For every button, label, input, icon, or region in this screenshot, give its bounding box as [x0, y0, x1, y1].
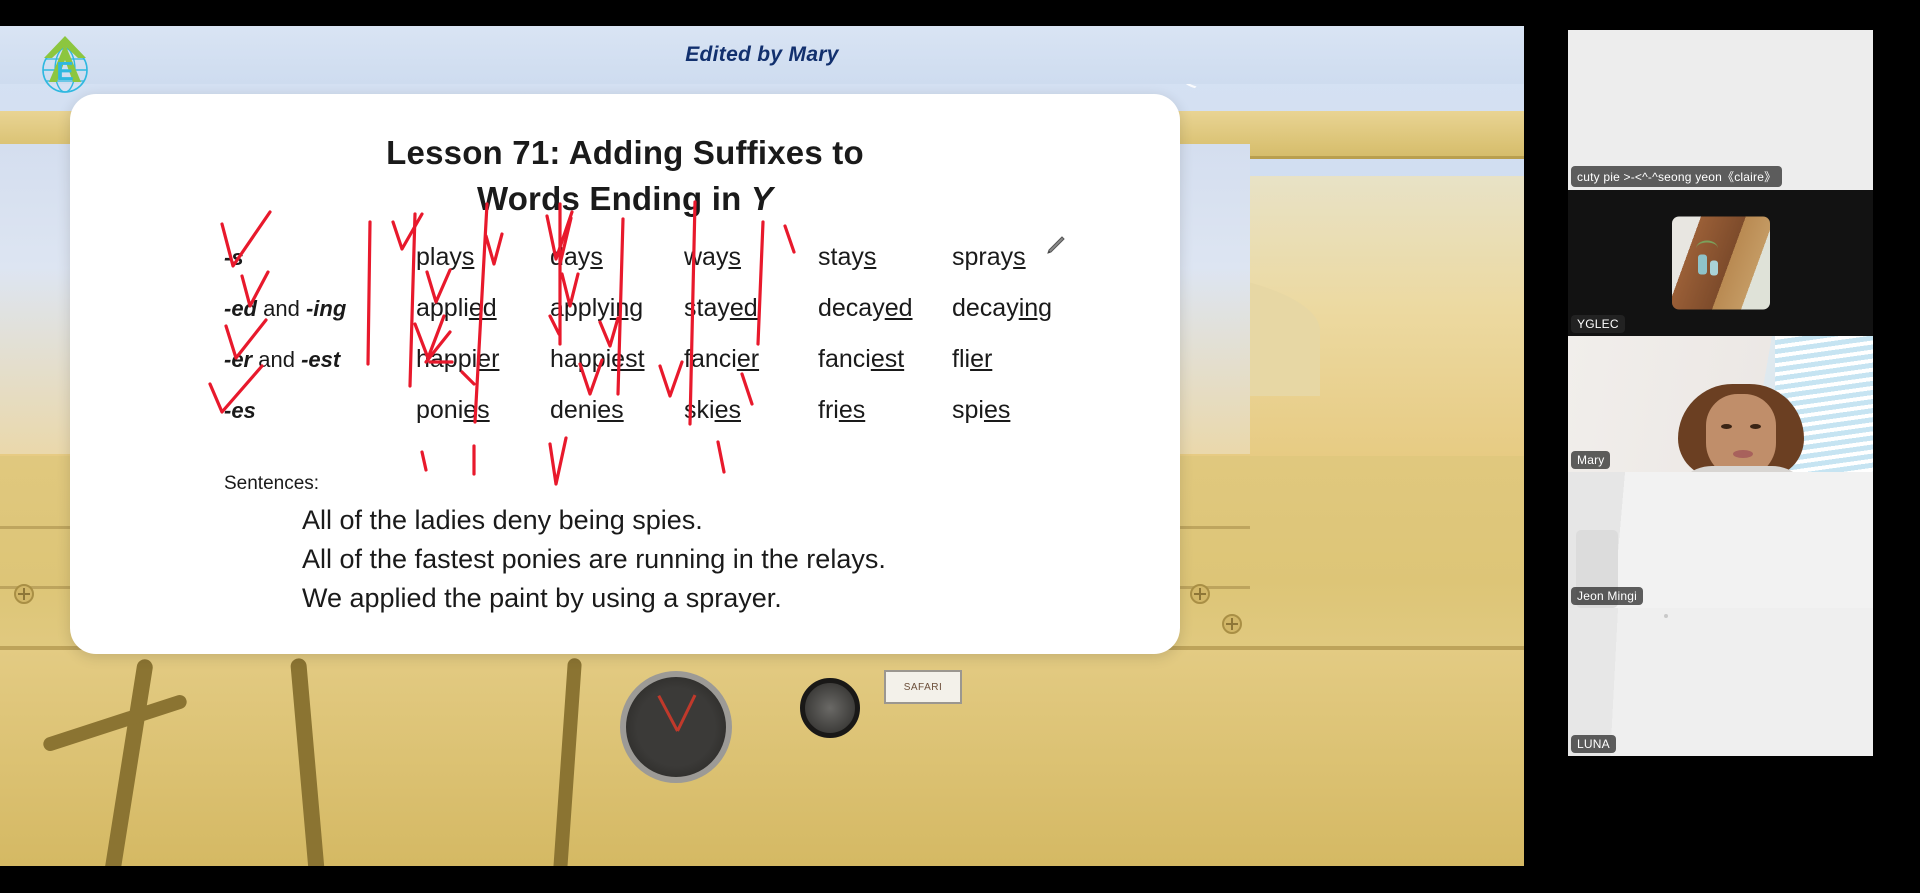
suffix-word: flier [952, 345, 993, 374]
suffix-row: -es ponies denies skies fries spies [224, 396, 1180, 447]
participant-tile-0[interactable]: cuty pie >-<^-^seong yeon《claire》 [1568, 30, 1873, 190]
participant-name-2: Mary [1571, 451, 1611, 469]
header-title: Edited by Mary [685, 43, 839, 66]
suffix-word: decayed [818, 294, 913, 323]
suffix-word: fanciest [818, 345, 905, 374]
sentences-label: Sentences: [224, 473, 320, 495]
suffix-word: applied [416, 294, 497, 323]
lesson-slide-card: Lesson 71: Adding Suffixes to Words Endi… [70, 94, 1180, 654]
shared-screen-content: SAFARI Edited by Mary E Lesson 71: Addin… [0, 26, 1524, 866]
word-list: happier happiest fancier fanciest flier [416, 345, 992, 374]
jeep-screw-right [1190, 584, 1210, 604]
suffix-word: days [550, 243, 603, 272]
participant-tile-3[interactable]: Jeon Mingi [1568, 472, 1873, 608]
participant-thumbnail-1 [1671, 216, 1770, 310]
slide-title: Lesson 71: Adding Suffixes to Words Endi… [70, 130, 1180, 221]
participant-name-4: LUNA [1571, 735, 1616, 753]
dashboard-knob [800, 678, 860, 738]
speedometer-gauge [620, 671, 732, 783]
jeep-screw-bottom [1222, 614, 1242, 634]
suffix-label: -s [224, 245, 244, 271]
pencil-cursor-icon [1045, 234, 1067, 261]
participant-video-2 [1568, 336, 1873, 472]
suffix-word: stayed [684, 294, 758, 323]
slide-title-line1: Lesson 71: Adding Suffixes to [386, 134, 864, 171]
suffix-word: fancier [684, 345, 760, 374]
suffix-row: -ed and -ing applied applying stayed decayed… [224, 294, 1180, 345]
word-list: applied applying stayed decayed decaying [416, 294, 1052, 323]
sentence-line: All of the ladies deny being spies. [302, 505, 703, 536]
suffix-word: fries [818, 396, 866, 425]
participant-sidebar[interactable]: cuty pie >-<^-^seong yeon《claire》 YGLEC [1568, 30, 1873, 866]
suffix-label: -es [224, 398, 256, 424]
word-list: ponies denies skies fries spies [416, 396, 1010, 425]
slide-header-bar: Edited by Mary [0, 26, 1524, 84]
suffix-label: -er and -est [224, 347, 341, 373]
suffix-word: decaying [952, 294, 1053, 323]
suffix-label: -ed and -ing [224, 296, 347, 322]
suffix-word: plays [416, 243, 475, 272]
meeting-screen: SAFARI Edited by Mary E Lesson 71: Addin… [0, 0, 1920, 893]
suffix-rows: -s plays days ways stays sprays -ed and -ing ap… [70, 243, 1180, 447]
participant-video-4 [1568, 608, 1873, 756]
jeep-dashboard [0, 646, 1524, 866]
suffix-word: ways [684, 243, 741, 272]
participant-tile-4[interactable]: LUNA [1568, 608, 1873, 756]
svg-text:E: E [56, 56, 73, 86]
participant-tile-1[interactable]: YGLEC [1568, 190, 1873, 336]
word-list: plays days ways stays sprays [416, 243, 1026, 272]
sentences-list: All of the ladies deny being spies. All o… [70, 501, 1180, 618]
suffix-word: happier [416, 345, 500, 374]
suffix-word: applying [550, 294, 644, 323]
suffix-word: happiest [550, 345, 645, 374]
suffix-word: spies [952, 396, 1011, 425]
participant-name-3: Jeon Mingi [1571, 587, 1644, 605]
sentence-line: We applied the paint by using a sprayer. [302, 583, 782, 614]
suffix-word: ponies [416, 396, 490, 425]
sentence-line: All of the fastest ponies are running in… [302, 544, 886, 575]
suffix-row: -er and -est happier happiest fancier fancie… [224, 345, 1180, 396]
jeep-screw-left [14, 584, 34, 604]
participant-tile-2[interactable]: Mary [1568, 336, 1873, 472]
suffix-word: denies [550, 396, 624, 425]
slide-title-line2-italic: Y [750, 179, 774, 217]
participant-name-0: cuty pie >-<^-^seong yeon《claire》 [1571, 166, 1783, 187]
participant-name-1: YGLEC [1571, 315, 1625, 333]
dashboard-label-plate: SAFARI [884, 670, 962, 704]
suffix-word: stays [818, 243, 877, 272]
suffix-word: skies [684, 396, 741, 425]
slide-title-line2-prefix: Words Ending in [476, 179, 751, 217]
suffix-word: sprays [952, 243, 1026, 272]
slide-title-line2: Words Ending in Y [70, 176, 1180, 222]
suffix-row: -s plays days ways stays sprays [224, 243, 1180, 294]
eagle-globe-logo-icon: E [34, 34, 96, 100]
